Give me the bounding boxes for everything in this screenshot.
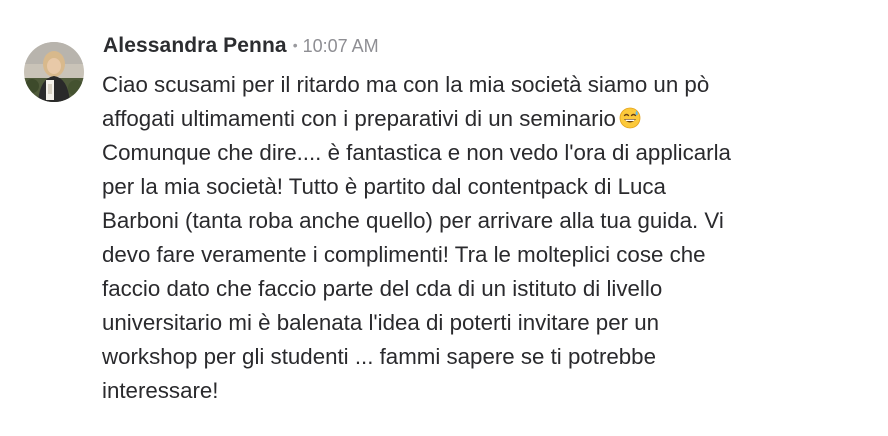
message-body: Ciao scusami per il ritardo ma con la mi… (102, 68, 872, 408)
message-line-text: affogati ultimamenti con i preparativi d… (102, 106, 616, 131)
message-line: universitario mi è balenata l'idea di po… (102, 310, 660, 335)
separator-dot: • (292, 37, 298, 53)
message-line: faccio dato che faccio parte del cda di … (102, 276, 663, 301)
message-line-with-emoji: affogati ultimamenti con i preparativi d… (102, 102, 872, 136)
grinning-face-with-sweat-icon (619, 107, 641, 129)
message-line: Comunque che dire.... è fantastica e non… (102, 140, 731, 165)
message-line: devo fare veramente i complimenti! Tra l… (102, 242, 706, 267)
author-avatar[interactable] (24, 42, 84, 102)
message-timestamp[interactable]: 10:07 AM (303, 36, 379, 57)
message-line: workshop per gli studenti ... fammi sape… (102, 344, 656, 369)
chat-message: Alessandra Penna • 10:07 AM Ciao scusami… (0, 0, 888, 436)
message-line: Ciao scusami per il ritardo ma con la mi… (102, 72, 710, 97)
author-name[interactable]: Alessandra Penna (103, 34, 287, 58)
avatar-photo-icon (24, 42, 84, 102)
message-line: interessare! (102, 378, 219, 403)
message-header: Alessandra Penna • 10:07 AM (103, 34, 379, 68)
message-line: Barboni (tanta roba anche quello) per ar… (102, 208, 724, 233)
message-line: per la mia società! Tutto è partito dal … (102, 174, 666, 199)
